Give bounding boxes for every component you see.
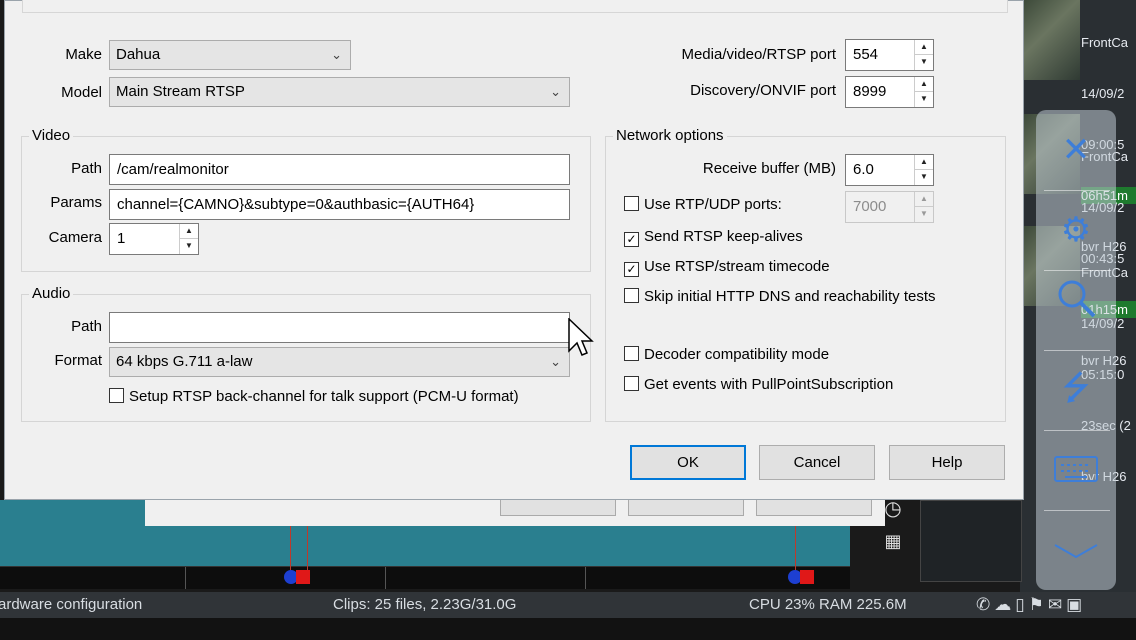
backchannel-label: Setup RTSP back-channel for talk support… bbox=[129, 388, 519, 405]
mouse-cursor-icon bbox=[568, 318, 594, 356]
status-clips: Clips: 25 files, 2.23G/31.0G bbox=[333, 596, 517, 613]
spin-down-icon[interactable]: ▼ bbox=[915, 92, 933, 106]
keyboard-icon[interactable] bbox=[1050, 446, 1102, 498]
cancel-button[interactable]: Cancel bbox=[759, 445, 875, 480]
audio-group-title: Audio bbox=[29, 285, 74, 302]
status-icons: ✆☁▯⚑✉▣ bbox=[976, 595, 1087, 614]
decoder-compat-label: Decoder compatibility mode bbox=[644, 346, 830, 363]
make-select-value: Dahua bbox=[116, 46, 161, 63]
camera-date: 14/09/2 bbox=[1081, 86, 1125, 101]
video-path-label: Path bbox=[71, 160, 102, 177]
camera-thumbnail[interactable] bbox=[1024, 0, 1080, 80]
close-icon[interactable]: ✕ bbox=[1050, 124, 1102, 176]
audio-path-label: Path bbox=[71, 318, 102, 335]
panel-divider bbox=[1044, 510, 1110, 511]
ok-button[interactable]: OK bbox=[630, 445, 746, 480]
video-path-input[interactable]: /cam/realmonitor bbox=[109, 154, 570, 185]
chevron-down-icon: ⌄ bbox=[550, 84, 561, 99]
decoder-compat-checkbox[interactable]: Decoder compatibility mode bbox=[624, 346, 829, 363]
audio-format-select[interactable]: 64 kbps G.711 a-law ⌄ bbox=[109, 347, 570, 377]
checkbox-box[interactable] bbox=[109, 388, 124, 403]
model-select-value: Main Stream RTSP bbox=[116, 83, 245, 100]
status-cpu: CPU 23% RAM 225.6M bbox=[749, 596, 907, 613]
camera-name: FrontCa bbox=[1081, 35, 1128, 50]
audio-path-input[interactable] bbox=[109, 312, 570, 343]
pullpoint-label: Get events with PullPointSubscription bbox=[644, 376, 894, 393]
skip-dns-label: Skip initial HTTP DNS and reachability t… bbox=[644, 288, 936, 305]
discovery-port-spinner[interactable]: 8999 ▲ ▼ bbox=[845, 76, 934, 108]
pullpoint-checkbox[interactable]: Get events with PullPointSubscription bbox=[624, 376, 893, 393]
spin-down-icon[interactable]: ▼ bbox=[915, 55, 933, 69]
receive-buffer-value: 6.0 bbox=[853, 161, 874, 178]
spin-up-icon: ▲ bbox=[915, 192, 933, 207]
status-left: ardware configuration bbox=[0, 596, 143, 613]
keepalive-checkbox[interactable]: ✓ Send RTSP keep-alives bbox=[624, 228, 803, 247]
model-label: Model bbox=[61, 84, 102, 101]
spin-up-icon[interactable]: ▲ bbox=[915, 77, 933, 92]
camera-preview[interactable] bbox=[920, 500, 1022, 582]
audio-format-label: Format bbox=[54, 352, 102, 369]
dialog-top-group bbox=[22, 0, 1008, 13]
checkbox-box[interactable]: ✓ bbox=[624, 262, 639, 277]
lightning-icon[interactable]: ⭍ bbox=[1050, 362, 1102, 414]
spin-up-icon[interactable]: ▲ bbox=[915, 40, 933, 55]
skip-dns-checkbox[interactable]: Skip initial HTTP DNS and reachability t… bbox=[624, 288, 936, 305]
chevron-down-icon[interactable] bbox=[1050, 524, 1102, 576]
video-params-label: Params bbox=[50, 194, 102, 211]
camera-label: Camera bbox=[48, 229, 102, 246]
video-params-input[interactable]: channel={CAMNO}&subtype=0&authbasic={AUT… bbox=[109, 189, 570, 220]
checkbox-box[interactable] bbox=[624, 288, 639, 303]
timeline-tick bbox=[185, 567, 186, 589]
panel-divider bbox=[1044, 190, 1110, 191]
checkbox-box[interactable] bbox=[624, 376, 639, 391]
timeline-tick bbox=[385, 567, 386, 589]
keepalive-label: Send RTSP keep-alives bbox=[644, 228, 803, 245]
rtp-udp-port-value: 7000 bbox=[853, 198, 887, 215]
camera-number-spinner[interactable]: 1 ▲ ▼ bbox=[109, 223, 199, 255]
spin-down-icon: ▼ bbox=[920, 209, 928, 218]
timecode-label: Use RTSP/stream timecode bbox=[644, 258, 830, 275]
spin-down-icon[interactable]: ▼ bbox=[915, 170, 933, 184]
spin-up-icon[interactable]: ▲ bbox=[180, 224, 198, 239]
gear-icon[interactable]: ⚙ bbox=[1050, 204, 1102, 256]
panel-divider bbox=[1044, 350, 1110, 351]
timeline[interactable] bbox=[0, 566, 850, 589]
status-bar: ardware configuration Clips: 25 files, 2… bbox=[0, 592, 1136, 618]
checkbox-box[interactable] bbox=[624, 196, 639, 211]
media-port-value: 554 bbox=[853, 46, 879, 63]
help-button[interactable]: Help bbox=[889, 445, 1005, 480]
panel-divider bbox=[1044, 430, 1110, 431]
calendar-icon[interactable]: ▦ bbox=[878, 531, 908, 552]
spin-down-icon[interactable]: ▼ bbox=[180, 239, 198, 253]
rtp-udp-label: Use RTP/UDP ports: bbox=[644, 196, 782, 213]
backchannel-checkbox[interactable]: Setup RTSP back-channel for talk support… bbox=[109, 388, 519, 405]
zoom-icon[interactable] bbox=[1050, 276, 1102, 328]
media-port-label: Media/video/RTSP port bbox=[681, 46, 836, 63]
panel-divider bbox=[1044, 270, 1110, 271]
make-label: Make bbox=[65, 46, 102, 63]
media-port-spinner[interactable]: 554 ▲ ▼ bbox=[845, 39, 934, 71]
discovery-port-value: 8999 bbox=[853, 83, 887, 100]
checkbox-box[interactable]: ✓ bbox=[624, 232, 639, 247]
taskbar bbox=[0, 618, 1136, 640]
timecode-checkbox[interactable]: ✓ Use RTSP/stream timecode bbox=[624, 258, 830, 277]
receive-buffer-spinner[interactable]: 6.0 ▲ ▼ bbox=[845, 154, 934, 186]
model-select[interactable]: Main Stream RTSP ⌄ bbox=[109, 77, 570, 107]
camera-number-value: 1 bbox=[117, 230, 126, 247]
make-select[interactable]: Dahua ⌄ bbox=[109, 40, 351, 70]
motion-event-marker[interactable] bbox=[788, 570, 816, 584]
rtp-udp-checkbox[interactable]: Use RTP/UDP ports: bbox=[624, 196, 782, 213]
spin-up-icon[interactable]: ▲ bbox=[915, 155, 933, 170]
audio-format-value: 64 kbps G.711 a-law bbox=[116, 353, 253, 370]
rtp-udp-port-spinner: 7000 ▲ ▼ bbox=[845, 191, 934, 223]
network-options-title: Network options bbox=[613, 127, 727, 144]
chevron-down-icon: ⌄ bbox=[550, 354, 561, 369]
video-group-title: Video bbox=[29, 127, 74, 144]
checkbox-box[interactable] bbox=[624, 346, 639, 361]
discovery-port-label: Discovery/ONVIF port bbox=[690, 82, 836, 99]
chevron-down-icon: ⌄ bbox=[331, 47, 342, 62]
timeline-tick bbox=[585, 567, 586, 589]
motion-event-marker[interactable] bbox=[284, 570, 312, 584]
receive-buffer-label: Receive buffer (MB) bbox=[702, 160, 836, 177]
